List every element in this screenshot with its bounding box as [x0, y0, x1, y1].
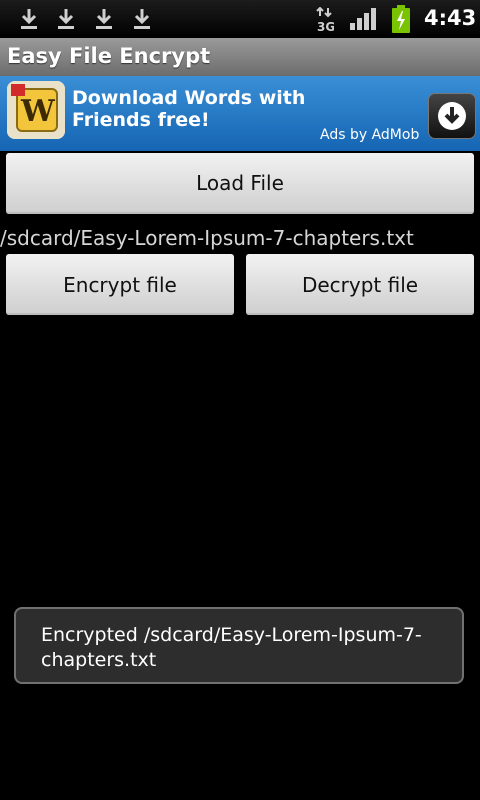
clock: 4:43	[424, 6, 477, 30]
download-icon	[58, 9, 74, 29]
download-icon	[96, 9, 112, 29]
encrypt-file-button[interactable]: Encrypt file	[6, 254, 234, 315]
toast-message: Encrypted /sdcard/Easy-Lorem-Ipsum-7-cha…	[41, 624, 422, 671]
ad-banner[interactable]: W Download Words with Friends free! Ads …	[0, 76, 480, 151]
signal-strength-icon	[350, 8, 376, 30]
svg-text:W: W	[20, 94, 56, 129]
download-circle-icon[interactable]	[428, 93, 476, 139]
status-bar: 3G 4:43	[0, 0, 480, 38]
download-icon	[21, 9, 37, 29]
ad-attribution: Ads by AdMob	[320, 127, 420, 143]
svg-text:3G: 3G	[317, 20, 334, 33]
words-with-friends-icon: W	[7, 81, 65, 139]
load-file-button[interactable]: Load File	[6, 153, 474, 214]
ad-headline: Download Words with Friends free!	[72, 87, 306, 131]
download-icon	[134, 9, 150, 29]
file-path-label: /sdcard/Easy-Lorem-Ipsum-7-chapters.txt	[0, 226, 414, 250]
app-title: Easy File Encrypt	[7, 44, 211, 68]
toast-notification: Encrypted /sdcard/Easy-Lorem-Ipsum-7-cha…	[14, 607, 464, 684]
battery-charging-icon	[392, 5, 410, 33]
title-bar: Easy File Encrypt	[0, 38, 480, 76]
network-3g-icon: 3G	[316, 7, 334, 33]
decrypt-file-button[interactable]: Decrypt file	[246, 254, 474, 315]
